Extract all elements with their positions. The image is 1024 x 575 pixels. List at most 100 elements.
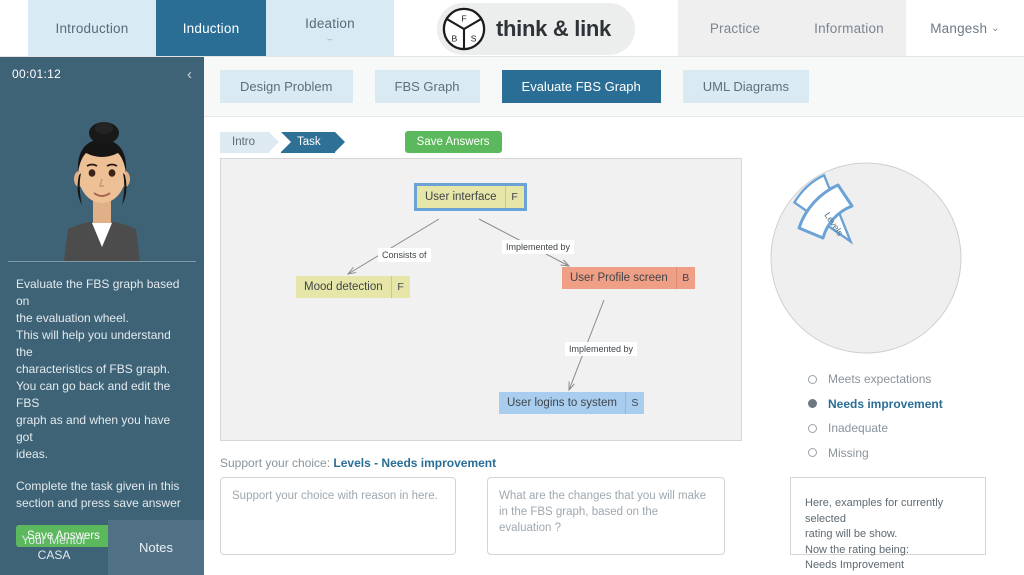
support-reason-textarea[interactable] bbox=[220, 477, 456, 555]
node-label: User Profile screen bbox=[562, 267, 676, 289]
node-type-tag: B bbox=[675, 267, 695, 289]
tab-label: UML Diagrams bbox=[702, 79, 789, 94]
radio-dot-icon[interactable] bbox=[808, 423, 817, 433]
radio-needs-improvement[interactable]: Needs improvement bbox=[808, 392, 1008, 417]
svg-text:S: S bbox=[471, 33, 477, 43]
chevron-down-icon: ⌄ bbox=[991, 23, 1000, 34]
example-line: Needs Improvement bbox=[805, 559, 905, 571]
tab-fbs-graph[interactable]: FBS Graph bbox=[374, 70, 480, 103]
support-value-label: Levels - Needs improvement bbox=[333, 456, 497, 470]
radio-dot-icon[interactable] bbox=[808, 374, 817, 384]
radio-label: Inadequate bbox=[828, 421, 889, 436]
breadcrumb: Intro Task Save Answers bbox=[204, 117, 1024, 153]
node-type-tag: F bbox=[390, 276, 410, 298]
left-sidebar: 00:01:12 ‹ Evaluate the FBS graph based … bbox=[0, 57, 204, 575]
fbs-wheel-logo-icon: F B S bbox=[442, 7, 486, 50]
node-label: Mood detection bbox=[296, 276, 391, 298]
radio-label: Meets expectations bbox=[828, 372, 932, 387]
edge-label-implemented-by: Implemented by bbox=[502, 240, 575, 254]
nav-left-spacer bbox=[0, 0, 28, 57]
instruction-line: You can go back and edit the FBS bbox=[16, 379, 171, 410]
app-root: Introduction Induction Ideation – F B S … bbox=[0, 0, 1024, 575]
instruction-line: section and press save answer bbox=[16, 496, 181, 510]
tab-evaluate-fbs-graph[interactable]: Evaluate FBS Graph bbox=[501, 70, 661, 103]
graph-node-user-interface[interactable]: User interface F bbox=[414, 183, 527, 211]
nav-item-label: Induction bbox=[182, 21, 240, 36]
collapse-sidebar-chevron-left-icon[interactable]: ‹ bbox=[187, 67, 192, 82]
instruction-line: Evaluate the FBS graph based on bbox=[16, 277, 180, 308]
top-navigation-bar: Introduction Induction Ideation – F B S … bbox=[0, 0, 1024, 57]
instruction-line: characteristics of FBS graph. bbox=[16, 362, 171, 376]
brand-logo[interactable]: F B S think & link bbox=[394, 0, 678, 57]
evaluation-wheel-svg[interactable]: Levels bbox=[766, 158, 966, 358]
mentor-name-label: CASA bbox=[37, 547, 71, 562]
instruction-line: ideas. bbox=[16, 447, 49, 461]
rating-radio-group: Meets expectations Needs improvement Ina… bbox=[808, 367, 1008, 465]
sidebar-instructions: Evaluate the FBS graph based on the eval… bbox=[0, 262, 204, 512]
svg-text:B: B bbox=[452, 33, 458, 43]
nav-item-practice[interactable]: Practice bbox=[678, 0, 792, 57]
avatar-illustration-icon bbox=[64, 122, 140, 261]
nav-item-introduction[interactable]: Introduction bbox=[28, 0, 156, 57]
instruction-line: the evaluation wheel. bbox=[16, 311, 129, 325]
save-answers-button[interactable]: Save Answers bbox=[404, 131, 502, 153]
instruction-line: Complete the task given in this bbox=[16, 479, 180, 493]
user-name-label: Mangesh bbox=[930, 21, 988, 36]
evaluation-wheel[interactable]: Levels bbox=[766, 158, 1016, 358]
breadcrumb-label: Intro bbox=[232, 136, 256, 148]
node-label: User interface bbox=[417, 186, 505, 208]
nav-item-information[interactable]: Information bbox=[792, 0, 906, 57]
instruction-line: This will help you understand the bbox=[16, 328, 171, 359]
radio-meets-expectations[interactable]: Meets expectations bbox=[808, 367, 1008, 392]
fbs-graph-canvas[interactable]: User interface F Mood detection F User P… bbox=[220, 158, 742, 441]
nav-item-label: Information bbox=[814, 21, 884, 36]
nav-item-user-menu[interactable]: Mangesh ⌄ bbox=[906, 0, 1024, 57]
tab-design-problem[interactable]: Design Problem bbox=[220, 70, 353, 103]
sidebar-footer: Your Mentor CASA Notes bbox=[0, 520, 204, 575]
tab-label: FBS Graph bbox=[394, 79, 460, 94]
node-type-tag: S bbox=[624, 392, 644, 414]
session-timer: 00:01:12 bbox=[12, 67, 62, 81]
graph-node-user-logins-to-system[interactable]: User logins to system S bbox=[499, 392, 644, 414]
breadcrumb-label: Task bbox=[297, 136, 321, 148]
example-line: Here, examples for currently selected bbox=[805, 497, 944, 525]
user-menu-row: Mangesh ⌄ bbox=[930, 21, 1000, 36]
tab-uml-diagrams[interactable]: UML Diagrams bbox=[682, 70, 809, 103]
example-line: Now the rating being: bbox=[805, 543, 909, 556]
edge-label-consists-of: Consists of bbox=[378, 248, 431, 262]
nav-item-induction[interactable]: Induction bbox=[156, 0, 266, 57]
tab-label: Design Problem bbox=[240, 79, 333, 94]
radio-label: Needs improvement bbox=[828, 396, 943, 411]
instruction-line: graph as and when you have got bbox=[16, 413, 171, 444]
nav-item-label: Introduction bbox=[55, 21, 129, 36]
nav-item-label: Practice bbox=[709, 21, 761, 36]
edge-label-implemented-by: Implemented by bbox=[565, 342, 638, 356]
notes-tab-button[interactable]: Notes bbox=[108, 520, 204, 575]
dash-indicator-icon: – bbox=[327, 33, 333, 44]
radio-dot-selected-icon[interactable] bbox=[808, 399, 817, 409]
notes-label: Notes bbox=[139, 540, 173, 555]
logo-text: think & link bbox=[496, 15, 611, 41]
nav-item-label: Ideation bbox=[305, 15, 355, 31]
support-your-choice-line: Support your choice: Levels - Needs impr… bbox=[220, 456, 496, 470]
radio-inadequate[interactable]: Inadequate bbox=[808, 416, 1008, 441]
mentor-info: Your Mentor CASA bbox=[0, 520, 108, 575]
logo-pill: F B S think & link bbox=[437, 2, 635, 55]
proposed-changes-textarea[interactable] bbox=[487, 477, 725, 555]
graph-node-mood-detection[interactable]: Mood detection F bbox=[296, 276, 410, 298]
radio-label: Missing bbox=[828, 445, 869, 460]
mentor-avatar bbox=[0, 91, 204, 261]
examples-info-box: Here, examples for currently selected ra… bbox=[790, 477, 986, 571]
mentor-title-label: Your Mentor bbox=[21, 532, 87, 547]
radio-missing[interactable]: Missing bbox=[808, 441, 1008, 466]
graph-node-user-profile-screen[interactable]: User Profile screen B bbox=[562, 267, 695, 289]
node-label: User logins to system bbox=[499, 392, 625, 414]
breadcrumb-step-intro[interactable]: Intro bbox=[220, 131, 280, 153]
tab-label: Evaluate FBS Graph bbox=[521, 79, 641, 94]
radio-dot-icon[interactable] bbox=[808, 448, 817, 458]
main-content: Design Problem FBS Graph Evaluate FBS Gr… bbox=[204, 57, 1024, 575]
node-type-tag: F bbox=[504, 186, 524, 208]
example-line: rating will be show. bbox=[805, 528, 898, 540]
breadcrumb-step-task[interactable]: Task bbox=[281, 131, 345, 153]
nav-item-ideation[interactable]: Ideation – bbox=[266, 0, 394, 57]
